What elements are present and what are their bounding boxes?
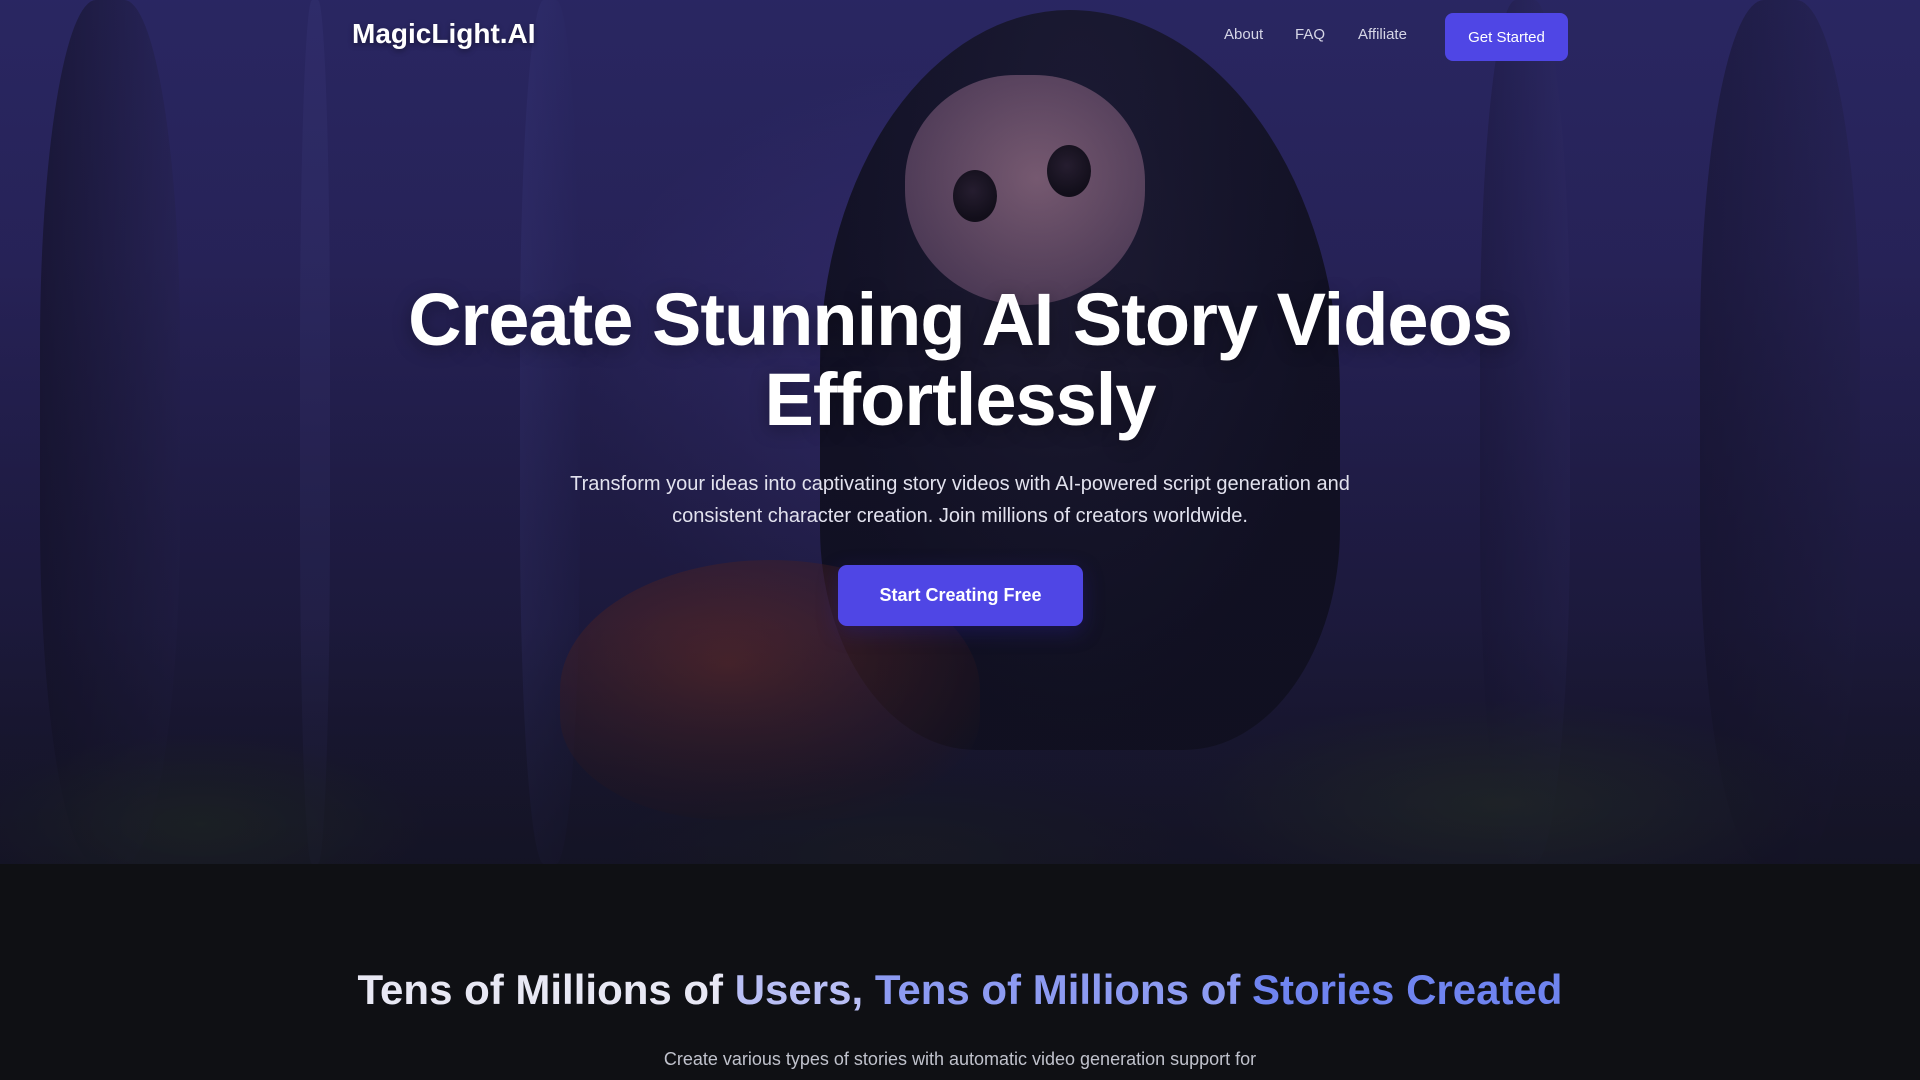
hero-title-line1: Create Stunning AI Story Videos <box>408 278 1513 361</box>
nav-link-affiliate[interactable]: Affiliate <box>1358 26 1407 43</box>
hero-subtitle-line1: Transform your ideas into captivating st… <box>570 473 1350 495</box>
hero-title-line2: Effortlessly <box>764 358 1156 441</box>
hero-title: Create Stunning AI Story Videos Effortle… <box>360 280 1560 440</box>
nav-link-faq[interactable]: FAQ <box>1295 26 1325 43</box>
hero-section: MagicLight.AI About FAQ Affiliate Get St… <box>0 0 1920 864</box>
nav-link-about[interactable]: About <box>1224 26 1263 43</box>
hero-subtitle: Transform your ideas into captivating st… <box>560 468 1360 532</box>
start-creating-button[interactable]: Start Creating Free <box>838 565 1083 626</box>
stats-title-part1: Tens of Millions of <box>357 966 724 1013</box>
stats-title: Tens of Millions of Users, Tens of Milli… <box>0 965 1920 1015</box>
logo[interactable]: MagicLight.AI <box>352 18 536 50</box>
hero-subtitle-line2: consistent character creation. Join mill… <box>672 505 1248 527</box>
get-started-button[interactable]: Get Started <box>1445 13 1568 61</box>
stats-title-part3: Tens of Millions of <box>874 966 1241 1013</box>
stats-title-part4: Stories Created <box>1252 966 1563 1013</box>
stats-title-part2: Users, <box>734 966 864 1013</box>
stats-subtitle: Create various types of stories with aut… <box>663 1049 1257 1069</box>
top-nav: MagicLight.AI About FAQ Affiliate Get St… <box>0 0 1920 72</box>
